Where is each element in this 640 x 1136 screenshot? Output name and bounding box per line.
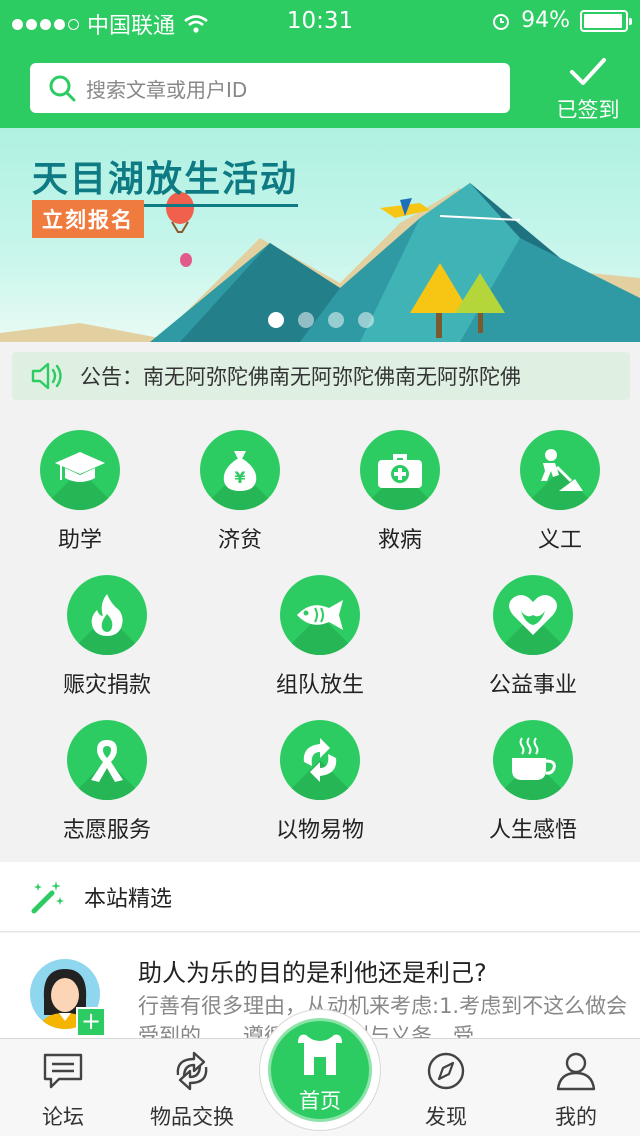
exchange-icon: [303, 738, 337, 782]
tab-mine[interactable]: 我的: [521, 1051, 631, 1131]
user-icon: [556, 1052, 596, 1091]
category-gongyi[interactable]: 公益事业: [453, 575, 613, 699]
tab-label: 我的: [555, 1105, 597, 1129]
category-label: 济贫: [217, 528, 262, 553]
compass-icon: [427, 1052, 465, 1090]
battery-icon: [580, 9, 632, 32]
home-icon: [298, 1034, 342, 1075]
follow-button[interactable]: +: [76, 1007, 106, 1037]
category-zhuxue[interactable]: 助学: [0, 430, 160, 554]
category-label: 以物易物: [275, 818, 364, 843]
pager-dot[interactable]: [328, 312, 344, 328]
category-zhiyuan[interactable]: 志愿服务: [27, 720, 187, 844]
status-bar: 中国联通 10:31 94%: [0, 0, 640, 40]
fire-icon: [91, 594, 123, 636]
pager-dot[interactable]: [268, 312, 284, 328]
home-button[interactable]: 首页: [268, 1018, 372, 1122]
heart-hands-icon: [509, 595, 557, 635]
category-label: 赈灾捐款: [62, 673, 151, 698]
category-label: 公益事业: [488, 673, 577, 698]
pager-dot[interactable]: [358, 312, 374, 328]
category-label: 组队放生: [275, 673, 364, 698]
tab-label: 论坛: [42, 1105, 84, 1129]
category-yigong[interactable]: 义工: [480, 430, 640, 554]
category-fangsheng[interactable]: 组队放生: [240, 575, 400, 699]
category-jipin[interactable]: ¥ 济贫: [160, 430, 320, 554]
article-excerpt: 行善有很多理由，从动机来考虑:1.考虑到不这么做会受到的……遵循社会规则与义务。…: [138, 994, 628, 1043]
tab-label: 首页: [299, 1089, 341, 1113]
featured-section-header: 本站精选: [0, 862, 640, 932]
category-zhenzai[interactable]: 赈灾捐款: [27, 575, 187, 699]
pager-dot[interactable]: [298, 312, 314, 328]
category-yiwu[interactable]: 以物易物: [240, 720, 400, 844]
category-ganwu[interactable]: 人生感悟: [453, 720, 613, 844]
banner-signup-button[interactable]: 立刻报名: [32, 200, 144, 238]
tab-label: 发现: [425, 1105, 467, 1129]
chat-icon: [43, 1053, 83, 1089]
featured-title: 本站精选: [84, 886, 173, 912]
tab-forum[interactable]: 论坛: [8, 1051, 118, 1131]
category-grid: 助学 ¥ 济贫 救病 义工 赈灾捐款 组队放生 公益事业 志愿服务 以物易物 人…: [0, 410, 640, 860]
category-jiubing[interactable]: 救病: [320, 430, 480, 554]
swap-icon: [176, 1051, 208, 1091]
check-icon: [570, 58, 606, 85]
tab-label: 物品交换: [150, 1105, 234, 1129]
banner-pager[interactable]: [268, 312, 374, 328]
battery-percent: 94%: [521, 8, 570, 33]
tab-exchange[interactable]: 物品交换: [137, 1051, 247, 1131]
category-label: 人生感悟: [488, 818, 577, 843]
search-icon: [49, 75, 76, 102]
promo-banner[interactable]: 天目湖放生活动 立刻报名: [0, 128, 640, 342]
announcement-bar[interactable]: 公告：南无阿弥陀佛南无阿弥陀佛南无阿弥陀佛: [12, 352, 630, 400]
search-input[interactable]: 搜索文章或用户ID: [30, 63, 510, 113]
coffee-cup-icon: [512, 737, 556, 780]
svg-text:¥: ¥: [234, 468, 245, 487]
graduation-cap-icon: [55, 452, 105, 482]
medical-kit-icon: [378, 454, 422, 488]
money-bag-icon: ¥: [223, 451, 257, 491]
tab-discover[interactable]: 发现: [391, 1051, 501, 1131]
search-placeholder: 搜索文章或用户ID: [86, 77, 248, 102]
category-label: 救病: [377, 528, 422, 553]
category-label: 义工: [537, 528, 582, 553]
ribbon-icon: [91, 740, 123, 782]
category-label: 志愿服务: [62, 818, 151, 843]
article-title[interactable]: 助人为乐的目的是利他还是利己?: [138, 953, 487, 988]
alarm-icon: [493, 13, 510, 30]
app-header: 中国联通 10:31 94% 搜索文章或用户ID 已签到: [0, 0, 640, 128]
fish-icon: [297, 600, 343, 630]
worker-icon: [541, 449, 583, 491]
signin-label: 已签到: [556, 98, 620, 122]
magic-wand-icon: [31, 880, 64, 913]
signin-button[interactable]: 已签到: [548, 56, 628, 126]
speaker-icon: [31, 362, 62, 390]
banner-title: 天目湖放生活动: [32, 150, 299, 207]
announcement-text: 公告：南无阿弥陀佛南无阿弥陀佛南无阿弥陀佛: [80, 365, 521, 389]
tab-home[interactable]: 首页: [260, 1010, 380, 1130]
category-label: 助学: [57, 528, 102, 553]
